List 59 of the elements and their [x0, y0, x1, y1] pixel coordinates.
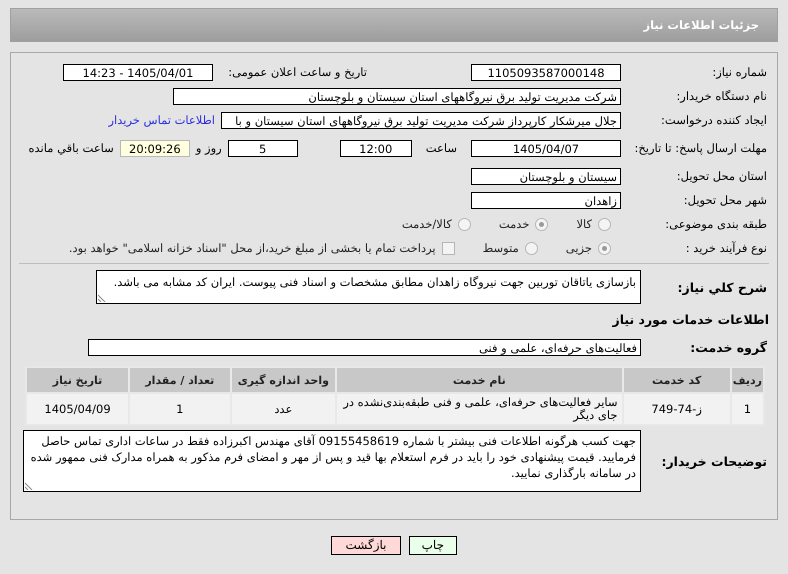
- section-heading: اطلاعات خدمات مورد نیاز: [612, 312, 769, 326]
- page-header: جزئیات اطلاعات نیاز: [10, 8, 778, 42]
- table-cell: 1: [730, 393, 764, 425]
- column-header: واحد اندازه گیری: [230, 367, 336, 393]
- option-label: جزیی: [566, 241, 592, 255]
- option-label: کالا: [576, 217, 592, 231]
- text-field[interactable]: جلال میرشکار کارپرداز شرکت مدیریت تولید برق نیروگاههای استان سیستان و با: [221, 112, 621, 128]
- text-field[interactable]: 1405/04/01 - 14:23: [63, 64, 213, 80]
- field-label: مهلت ارسال پاسخ: تا تاریخ:: [633, 141, 768, 155]
- radio-button[interactable]: [598, 242, 611, 254]
- column-header: ردیف: [730, 367, 764, 393]
- resize-grip-icon[interactable]: [25, 482, 33, 490]
- field-label: روز و: [196, 141, 222, 155]
- table-cell: ز-74-749: [622, 393, 731, 425]
- text-field[interactable]: 12:00: [340, 140, 412, 156]
- option-label: متوسط: [482, 241, 519, 255]
- field-label: توضیحات خریدار:: [660, 454, 768, 468]
- field-label: تاریخ و ساعت اعلان عمومی:: [227, 65, 368, 79]
- field-label: ساعت: [424, 141, 458, 155]
- field-label: شماره نیاز:: [711, 65, 768, 79]
- table-cell: 1: [129, 393, 231, 425]
- field-label: طبقه بندی موضوعی:: [664, 217, 768, 231]
- field-label: ساعت باقي مانده: [28, 141, 114, 155]
- description-field[interactable]: بازسازی یاتاقان توربین جهت نیروگاه زاهدان مطابق مشخصات و اسناد فنی پیوست. ایران کد مشابه می باشد.: [96, 270, 641, 304]
- text-field[interactable]: شرکت مدیریت تولید برق نیروگاههای استان سیستان و بلوچستان: [173, 88, 621, 104]
- table-cell: 1405/04/09: [26, 393, 130, 425]
- field-label: شهر محل تحویل:: [682, 193, 768, 207]
- field-label: نوع فرآیند خرید :: [684, 241, 768, 255]
- field-label: ایجاد کننده درخواست:: [660, 113, 768, 127]
- text-field[interactable]: زاهدان: [471, 192, 621, 208]
- text-field[interactable]: 1405/04/07: [471, 140, 621, 156]
- resize-grip-icon[interactable]: [98, 294, 106, 302]
- buyer-notes-field[interactable]: جهت کسب هرگونه اطلاعات فنی بیشتر با شماره 09155458619 آقای مهندس اکبرزاده فقط در ساعات اداری تماس حاصل فرمایید. قیمت پیشنهادی خود را باید در فرم استعلام بها قید و پس از مهر و امضای فرم مذکور به همراه مدارک فنی ممهور شده در سامانه بارگذاری نمایید.: [23, 430, 641, 492]
- text-field[interactable]: 5: [228, 140, 298, 156]
- column-header: تاریخ نیاز: [26, 367, 130, 393]
- print-button[interactable]: چاپ: [409, 536, 457, 555]
- column-header: تعداد / مقدار: [129, 367, 231, 393]
- text-field[interactable]: فعالیت‌های حرفه‌ای، علمی و فنی: [88, 338, 641, 356]
- option-label: پرداخت تمام یا بخشی از مبلغ خرید،از محل "اسناد خزانه اسلامی" خواهد بود.: [68, 241, 436, 255]
- field-label: استان محل تحویل:: [676, 169, 768, 183]
- table-cell: عدد: [230, 393, 336, 425]
- option-label: کالا/خدمت: [402, 217, 452, 231]
- countdown-field[interactable]: 20:09:26: [120, 140, 190, 156]
- back-button[interactable]: بازگشت: [331, 536, 401, 555]
- field-label: شرح کلي نیاز:: [676, 280, 768, 294]
- text-field[interactable]: 1105093587000148: [471, 64, 621, 80]
- buyer-contact-link[interactable]: اطلاعات تماس خریدار: [108, 113, 215, 127]
- column-header: نام خدمت: [336, 367, 623, 393]
- radio-button[interactable]: [458, 218, 471, 230]
- field-label: نام دستگاه خریدار:: [675, 89, 768, 103]
- checkbox[interactable]: [442, 242, 455, 254]
- text-field[interactable]: سیستان و بلوچستان: [471, 168, 621, 184]
- radio-button[interactable]: [598, 218, 611, 230]
- radio-button[interactable]: [535, 218, 548, 230]
- table-cell: سایر فعالیت‌های حرفه‌ای، علمی و فنی طبقه‌بندی‌نشده در جای دیگر: [336, 393, 623, 425]
- field-label: گروه خدمت:: [689, 340, 768, 354]
- radio-button[interactable]: [524, 242, 538, 254]
- option-label: خدمت: [498, 217, 530, 231]
- column-header: کد خدمت: [622, 367, 731, 393]
